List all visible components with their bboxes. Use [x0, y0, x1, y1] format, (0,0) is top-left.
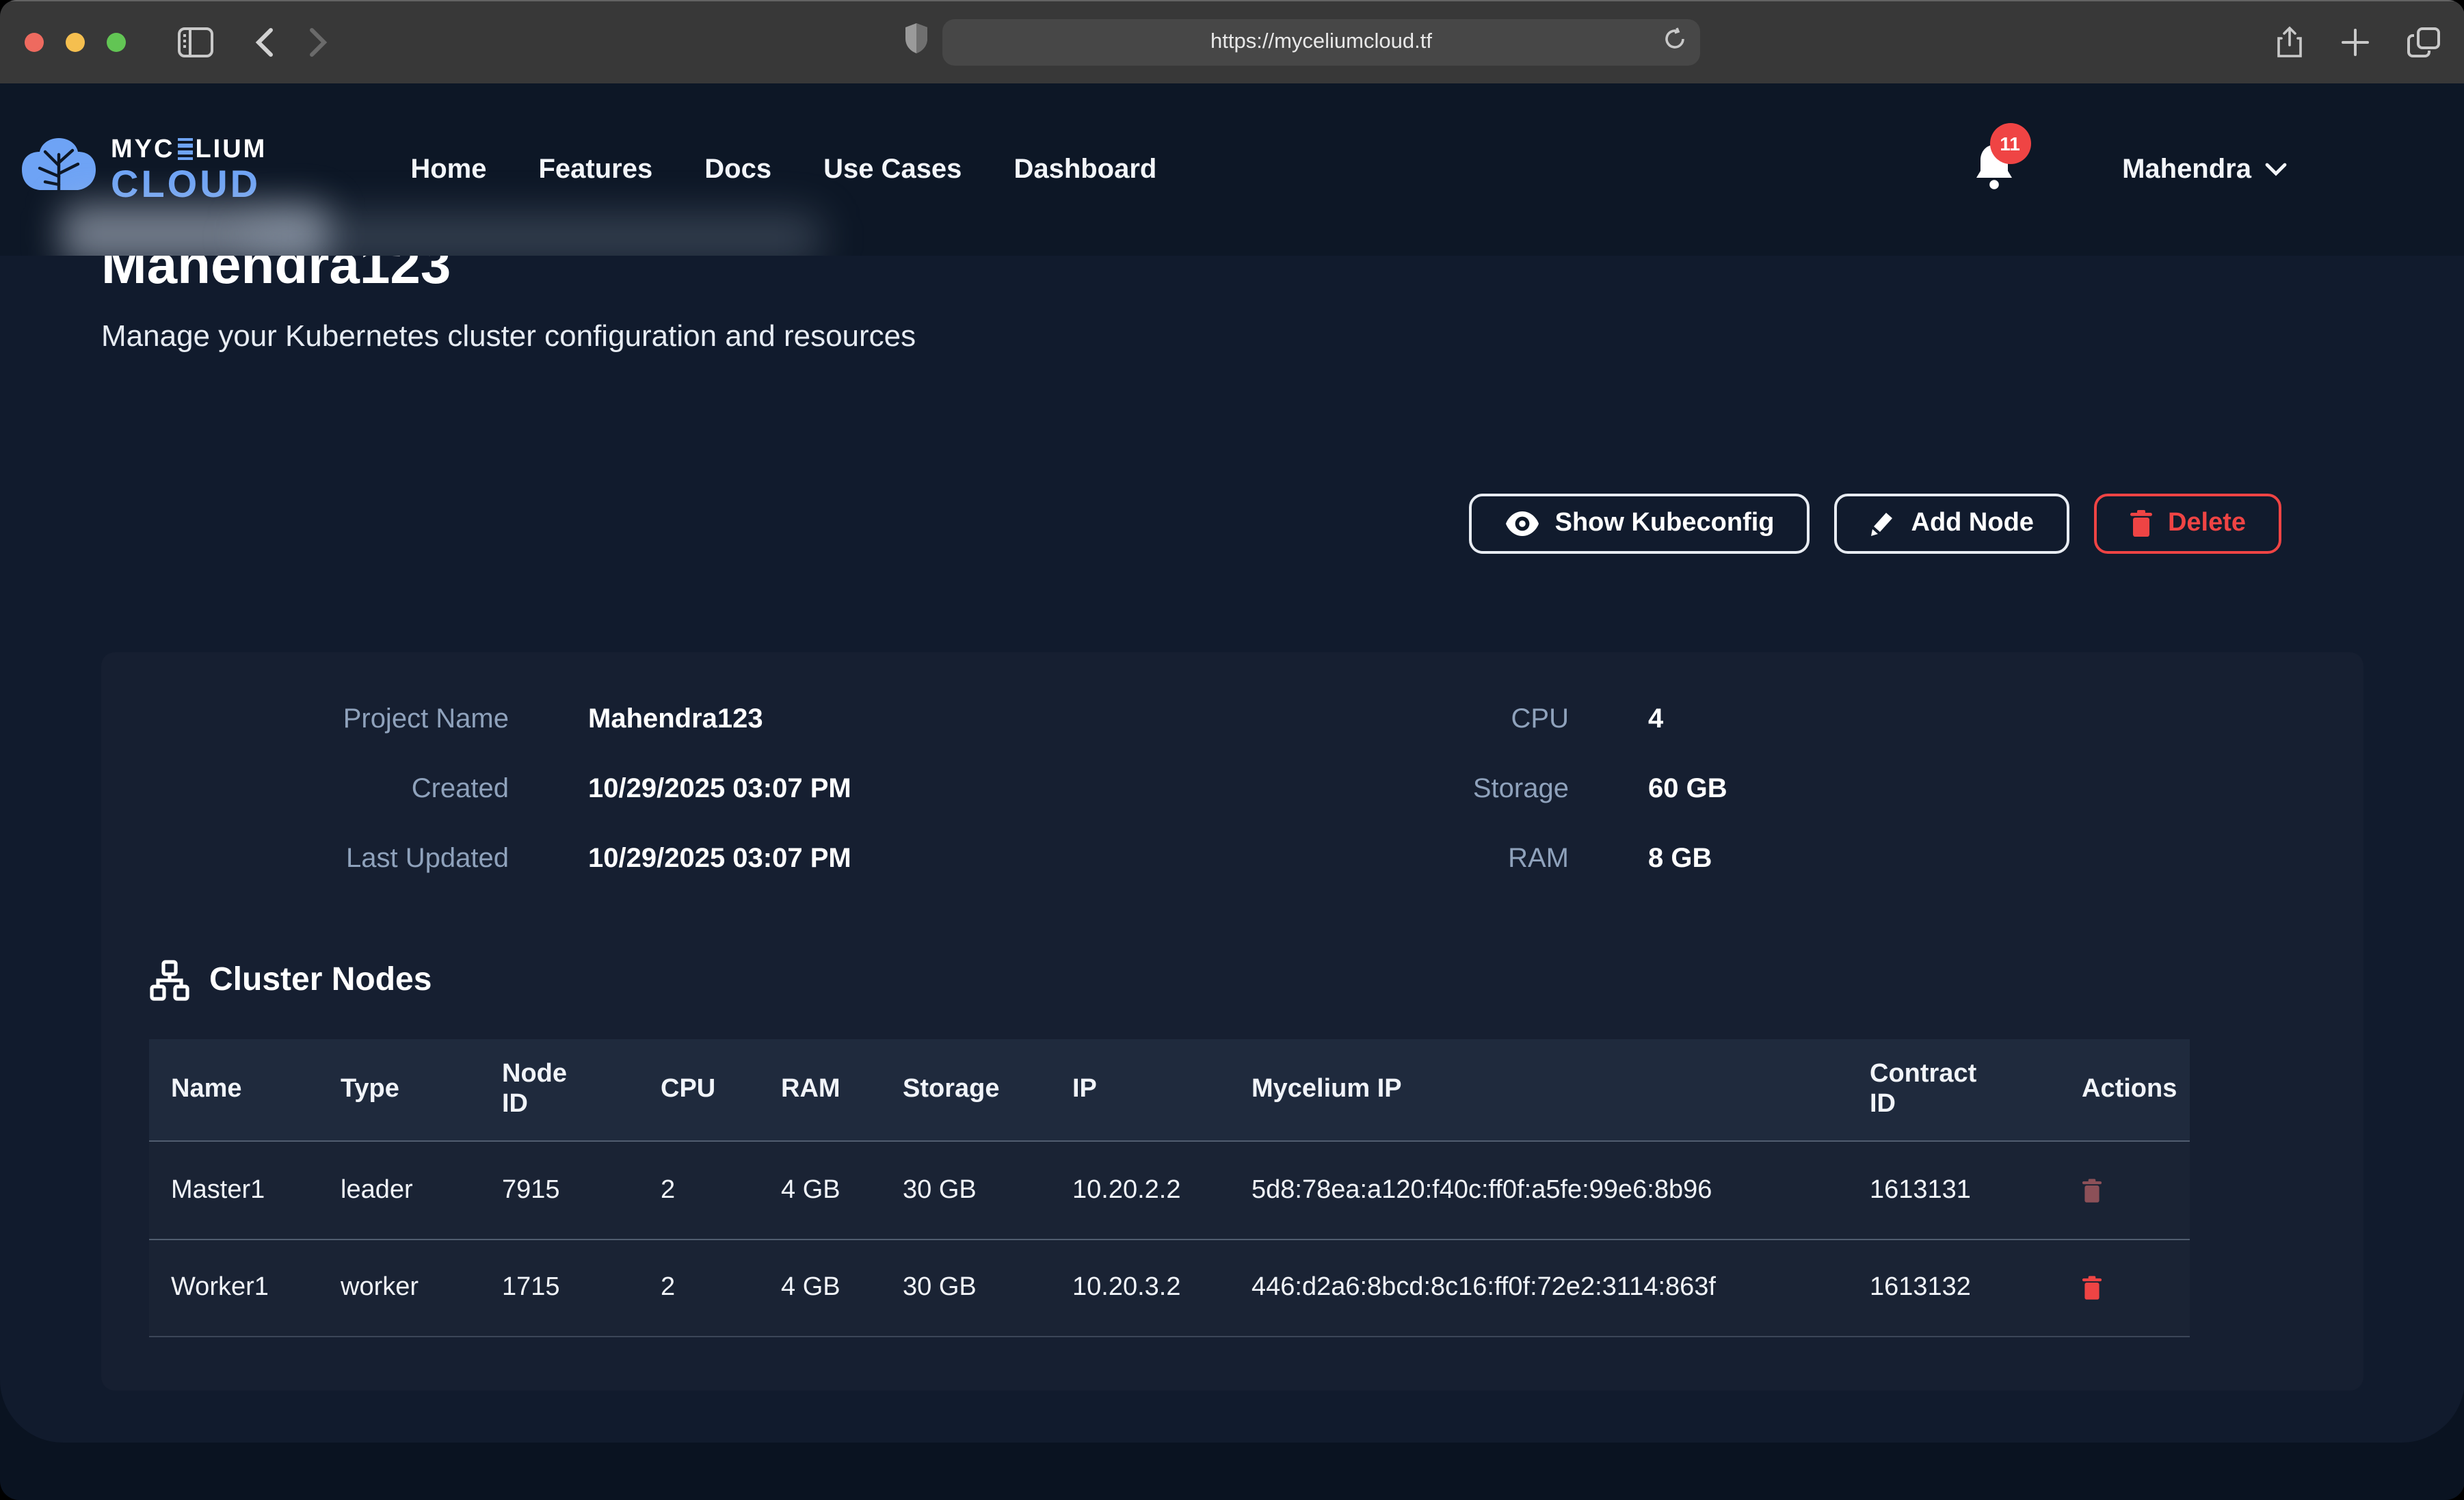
col-header-ram: RAM: [759, 1039, 881, 1140]
cell-cpu: 2: [639, 1240, 759, 1336]
cell-name: Master1: [149, 1142, 319, 1239]
cell-storage: 30 GB: [881, 1240, 1050, 1336]
trash-icon: [2082, 1178, 2102, 1203]
col-header-type: Type: [319, 1039, 480, 1140]
trash-icon: [2082, 1276, 2102, 1300]
cell-ram: 4 GB: [759, 1240, 881, 1336]
cell-ram: 4 GB: [759, 1142, 881, 1239]
cell-storage: 30 GB: [881, 1142, 1050, 1239]
nav-item-home[interactable]: Home: [410, 154, 486, 185]
tab-overview-icon[interactable]: [2407, 27, 2440, 57]
created-label: Created: [101, 755, 509, 825]
brand-logo[interactable]: MYC LIUM CLOUD: [21, 135, 267, 204]
notification-count-badge: 11: [1989, 123, 2030, 164]
window-controls: [25, 32, 126, 51]
cell-ip: 10.20.2.2: [1050, 1142, 1230, 1239]
browser-toolbar: https://myceliumcloud.tf: [0, 0, 2464, 83]
cell-type: worker: [319, 1240, 480, 1336]
cell-contract-id: 1613132: [1848, 1240, 2060, 1336]
cluster-actions: Show Kubeconfig Add Node Delete: [101, 494, 2363, 554]
cell-cpu: 2: [639, 1142, 759, 1239]
nav-item-features[interactable]: Features: [539, 154, 653, 185]
user-name: Mahendra: [2122, 154, 2251, 185]
show-kubeconfig-button[interactable]: Show Kubeconfig: [1469, 494, 1810, 554]
table-header-row: Name Type Node ID CPU RAM Storage IP Myc…: [149, 1039, 2190, 1140]
delete-node-button[interactable]: [2082, 1178, 2102, 1203]
col-header-contract-id: Contract ID: [1848, 1039, 2060, 1140]
close-window-button[interactable]: [25, 32, 44, 51]
project-name-value: Mahendra123: [509, 685, 1083, 755]
eye-icon: [1505, 510, 1540, 537]
back-button[interactable]: [254, 27, 274, 57]
cell-node-id: 7915: [480, 1142, 639, 1239]
url-text: https://myceliumcloud.tf: [1210, 29, 1432, 54]
nav-item-use-cases[interactable]: Use Cases: [823, 154, 962, 185]
cell-contract-id: 1613131: [1848, 1142, 2060, 1239]
table-row: Worker1 worker 1715 2 4 GB 30 GB 10.20.3…: [149, 1239, 2190, 1337]
cell-type: leader: [319, 1142, 480, 1239]
last-updated-label: Last Updated: [101, 825, 509, 894]
cell-name: Worker1: [149, 1240, 319, 1336]
brand-name-bottom: CLOUD: [111, 165, 267, 203]
delete-node-button[interactable]: [2082, 1276, 2102, 1300]
sidebar-toggle-icon[interactable]: [178, 27, 213, 57]
nav-item-dashboard[interactable]: Dashboard: [1014, 154, 1156, 185]
last-updated-value: 10/29/2025 03:07 PM: [509, 825, 1083, 894]
privacy-shield-icon[interactable]: [904, 22, 929, 62]
col-header-mycelium-ip: Mycelium IP: [1230, 1039, 1848, 1140]
minimize-window-button[interactable]: [66, 32, 85, 51]
col-header-storage: Storage: [881, 1039, 1050, 1140]
cluster-details-card: Project Name Mahendra123 CPU 4 Created 1…: [101, 652, 2363, 1391]
cell-node-id: 1715: [480, 1240, 639, 1336]
address-bar[interactable]: https://myceliumcloud.tf: [942, 18, 1700, 65]
pencil-icon: [1870, 510, 1896, 537]
nav-item-docs[interactable]: Docs: [704, 154, 771, 185]
forward-button[interactable]: [309, 27, 328, 57]
app-navbar: MYC LIUM CLOUD Home Features Docs Use Ca…: [0, 83, 2464, 256]
share-icon[interactable]: [2276, 25, 2303, 58]
col-header-ip: IP: [1050, 1039, 1230, 1140]
col-header-name: Name: [149, 1039, 319, 1140]
stylized-e-icon: [177, 138, 192, 161]
cluster-info-grid: Project Name Mahendra123 CPU 4 Created 1…: [101, 685, 2363, 894]
user-menu-button[interactable]: Mahendra: [2122, 154, 2287, 185]
col-header-actions: Actions: [2060, 1039, 2190, 1140]
trash-icon: [2130, 510, 2153, 537]
brand-name-top: MYC LIUM: [111, 136, 267, 162]
created-value: 10/29/2025 03:07 PM: [509, 755, 1083, 825]
chevron-down-icon: [2265, 163, 2287, 176]
reload-icon[interactable]: [1663, 27, 1686, 57]
cluster-nodes-heading: Cluster Nodes: [209, 961, 432, 1000]
add-node-button[interactable]: Add Node: [1835, 494, 2069, 554]
new-tab-icon[interactable]: [2342, 28, 2369, 55]
cluster-page: Mahendra123 Manage your Kubernetes clust…: [0, 234, 2464, 1443]
storage-label: Storage: [1083, 755, 1569, 825]
zoom-window-button[interactable]: [107, 32, 126, 51]
cpu-label: CPU: [1083, 685, 1569, 755]
network-nodes-icon: [149, 960, 190, 1001]
notifications-button[interactable]: 11: [1973, 142, 2019, 197]
cluster-nodes-table: Name Type Node ID CPU RAM Storage IP Myc…: [149, 1039, 2190, 1337]
cell-mycelium-ip: 5d8:78ea:a120:f40c:ff0f:a5fe:99e6:8b96: [1230, 1142, 1848, 1239]
table-row: Master1 leader 7915 2 4 GB 30 GB 10.20.2…: [149, 1140, 2190, 1239]
cell-mycelium-ip: 446:d2a6:8bcd:8c16:ff0f:72e2:3114:863f: [1230, 1240, 1848, 1336]
cloud-logo-icon: [21, 135, 97, 204]
page-subtitle: Manage your Kubernetes cluster configura…: [101, 319, 2363, 354]
storage-value: 60 GB: [1569, 755, 2363, 825]
col-header-node-id: Node ID: [480, 1039, 639, 1140]
project-name-label: Project Name: [101, 685, 509, 755]
browser-window: https://myceliumcloud.tf: [0, 0, 2464, 1500]
col-header-cpu: CPU: [639, 1039, 759, 1140]
cell-ip: 10.20.3.2: [1050, 1240, 1230, 1336]
ram-label: RAM: [1083, 825, 1569, 894]
cpu-value: 4: [1569, 685, 2363, 755]
redaction-blur: [246, 215, 821, 256]
ram-value: 8 GB: [1569, 825, 2363, 894]
delete-cluster-button[interactable]: Delete: [2094, 494, 2281, 554]
main-nav: Home Features Docs Use Cases Dashboard: [410, 154, 1156, 185]
